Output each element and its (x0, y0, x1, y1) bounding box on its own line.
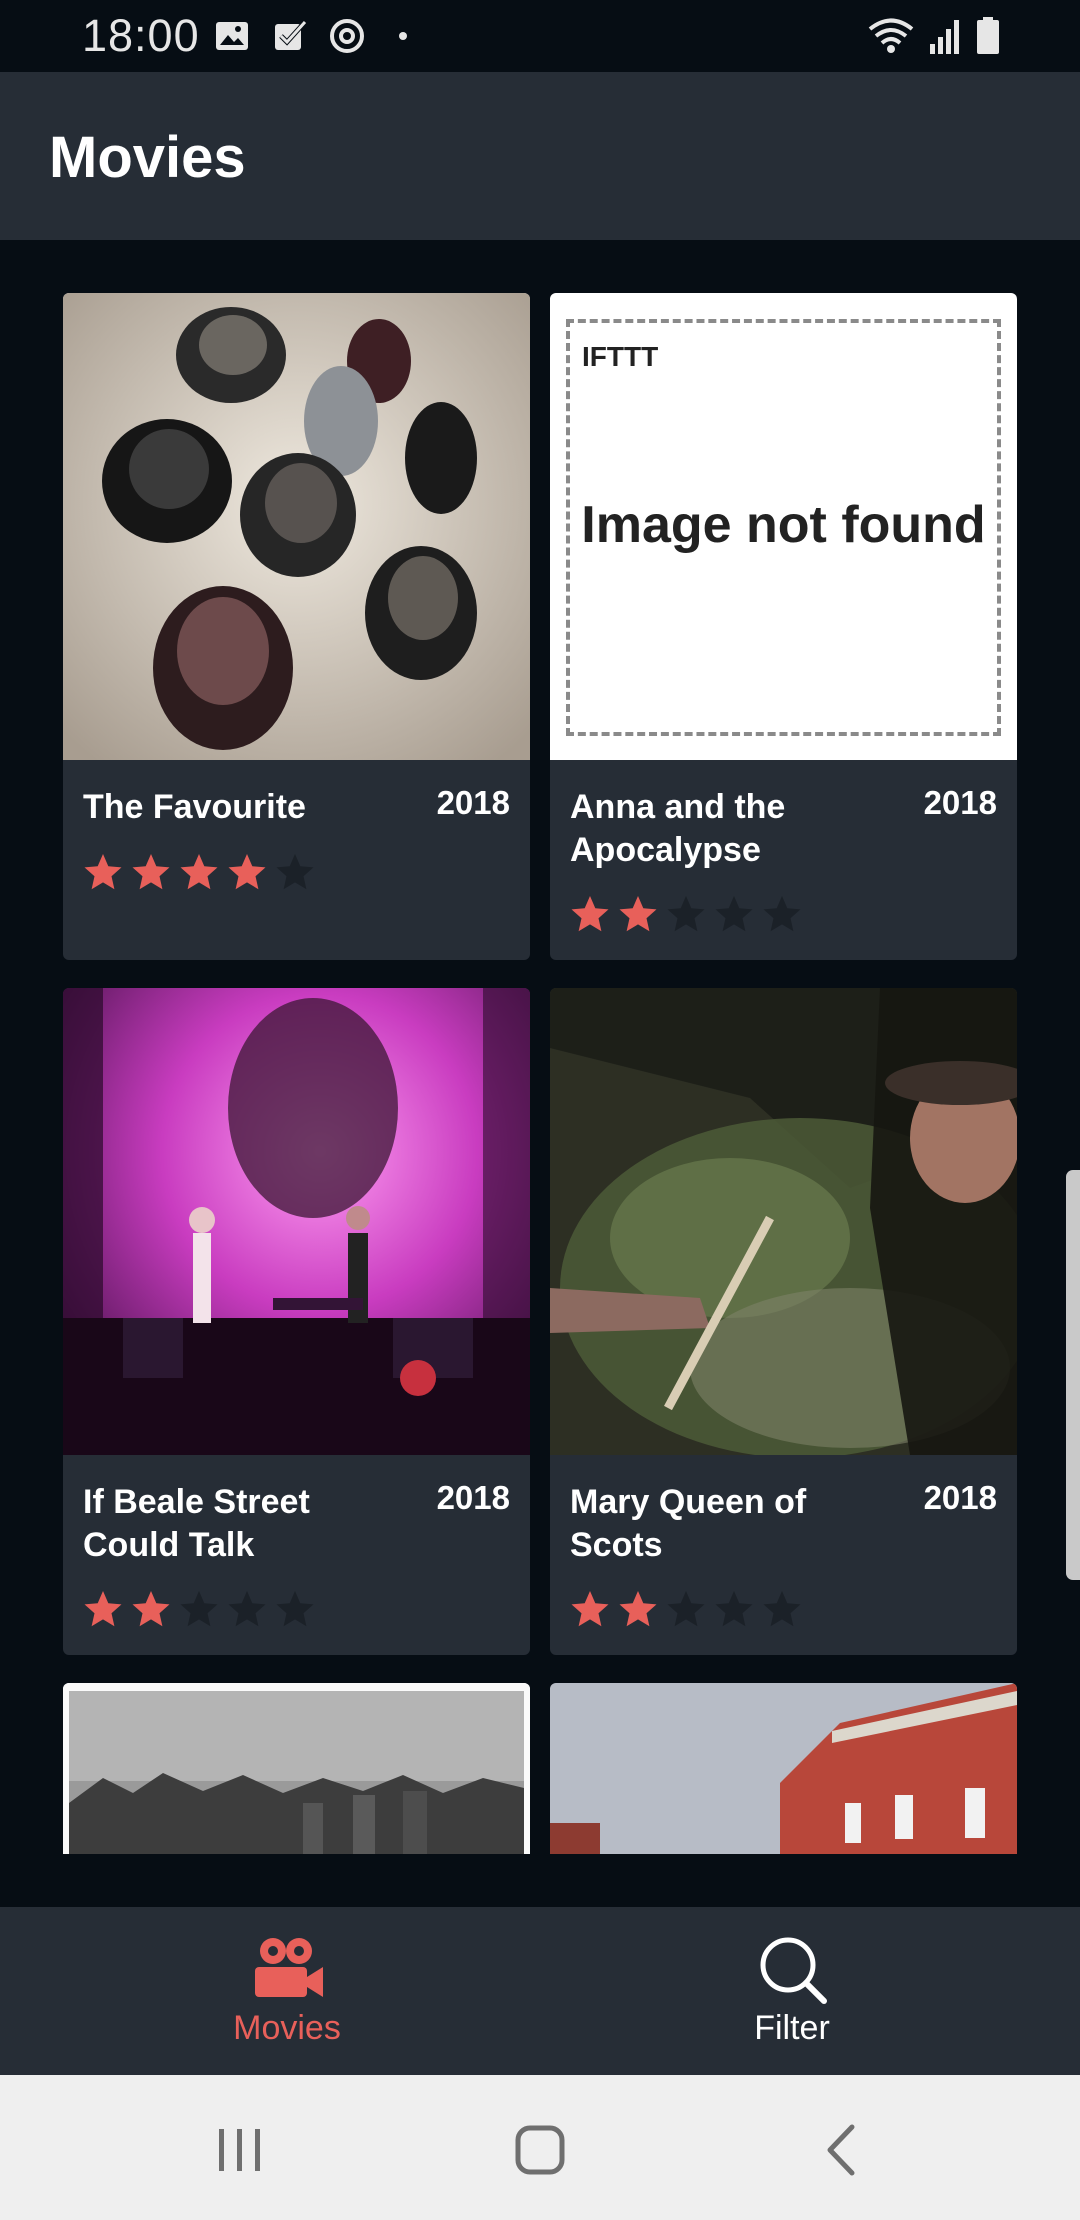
star-filled-icon (571, 1591, 609, 1627)
movie-year: 2018 (436, 1479, 510, 1516)
movie-title: If Beale Street Could Talk (83, 1483, 310, 1564)
sync-icon (330, 19, 364, 53)
star-rating (570, 894, 802, 934)
ifttt-logo: IFTTT (582, 341, 659, 372)
movie-info: Mary Queen of Scots 2018 (550, 1455, 1017, 1655)
bottom-navigation: Movies Filter (0, 1907, 1080, 2075)
star-filled-icon (571, 896, 609, 932)
star-filled-icon (228, 854, 266, 890)
movie-poster (63, 1683, 530, 1854)
battery-icon (977, 17, 999, 54)
star-rating (83, 852, 315, 892)
star-rating (83, 1589, 315, 1629)
star-empty-icon (763, 1591, 801, 1627)
movie-grid[interactable]: The Favourite 2018 IFTTT Image not found… (0, 240, 1080, 1854)
signal-icon (930, 20, 959, 54)
recent-apps-icon[interactable] (205, 2115, 275, 2185)
scrollbar-thumb[interactable] (1066, 1170, 1080, 1580)
star-empty-icon (763, 896, 801, 932)
star-filled-icon (180, 854, 218, 890)
system-navigation-bar (0, 2075, 1080, 2220)
movie-year: 2018 (436, 784, 510, 821)
movie-year: 2018 (923, 784, 997, 821)
nav-label-filter: Filter (754, 2009, 830, 2047)
star-filled-icon (132, 1591, 170, 1627)
star-rating (570, 1589, 802, 1629)
star-empty-icon (276, 854, 314, 890)
star-filled-icon (619, 1591, 657, 1627)
status-time: 18:00 (82, 10, 200, 61)
check-icon (275, 20, 307, 50)
status-bar: 18:00 (0, 0, 1080, 72)
star-empty-icon (715, 1591, 753, 1627)
movie-card[interactable] (63, 1683, 530, 1854)
movie-card[interactable]: If Beale Street Could Talk 2018 (63, 988, 530, 1655)
star-empty-icon (715, 896, 753, 932)
home-icon[interactable] (505, 2115, 575, 2185)
movie-poster (550, 1683, 1017, 1854)
nav-tab-movies[interactable]: Movies (17, 1907, 557, 2075)
movie-card[interactable]: The Favourite 2018 (63, 293, 530, 960)
gallery-icon (216, 22, 248, 50)
movie-info: The Favourite 2018 (63, 760, 530, 960)
movie-poster (63, 988, 530, 1455)
movie-card[interactable]: Mary Queen of Scots 2018 (550, 988, 1017, 1655)
movie-info: Anna and the Apocalypse 2018 (550, 760, 1017, 960)
back-icon[interactable] (808, 2115, 878, 2185)
movie-poster: IFTTT Image not found (550, 293, 1017, 760)
nav-tab-filter[interactable]: Filter (522, 1907, 1062, 2075)
star-filled-icon (132, 854, 170, 890)
star-empty-icon (667, 1591, 705, 1627)
star-empty-icon (667, 896, 705, 932)
nav-label-movies: Movies (233, 2009, 341, 2047)
movie-title: Mary Queen of Scots (570, 1483, 807, 1564)
movie-poster (550, 988, 1017, 1455)
movie-info: If Beale Street Could Talk 2018 (63, 1455, 530, 1655)
star-filled-icon (619, 896, 657, 932)
star-filled-icon (84, 1591, 122, 1627)
movie-card[interactable] (550, 1683, 1017, 1854)
star-empty-icon (180, 1591, 218, 1627)
star-empty-icon (276, 1591, 314, 1627)
movie-title: The Favourite (83, 788, 306, 826)
movie-camera-icon (255, 1938, 323, 1997)
status-indicators (868, 16, 1000, 56)
app-bar: Movies (0, 72, 1080, 240)
search-icon (760, 1937, 827, 2004)
movie-year: 2018 (923, 1479, 997, 1516)
wifi-icon (868, 18, 914, 53)
star-filled-icon (84, 854, 122, 890)
page-title: Movies (49, 125, 246, 190)
movie-title: Anna and the Apocalypse (570, 788, 786, 869)
movie-poster (63, 293, 530, 760)
star-empty-icon (228, 1591, 266, 1627)
image-not-found-text: Image not found (581, 496, 986, 554)
movie-card[interactable]: IFTTT Image not found Anna and the Apoca… (550, 293, 1017, 960)
dot-icon (399, 32, 407, 40)
